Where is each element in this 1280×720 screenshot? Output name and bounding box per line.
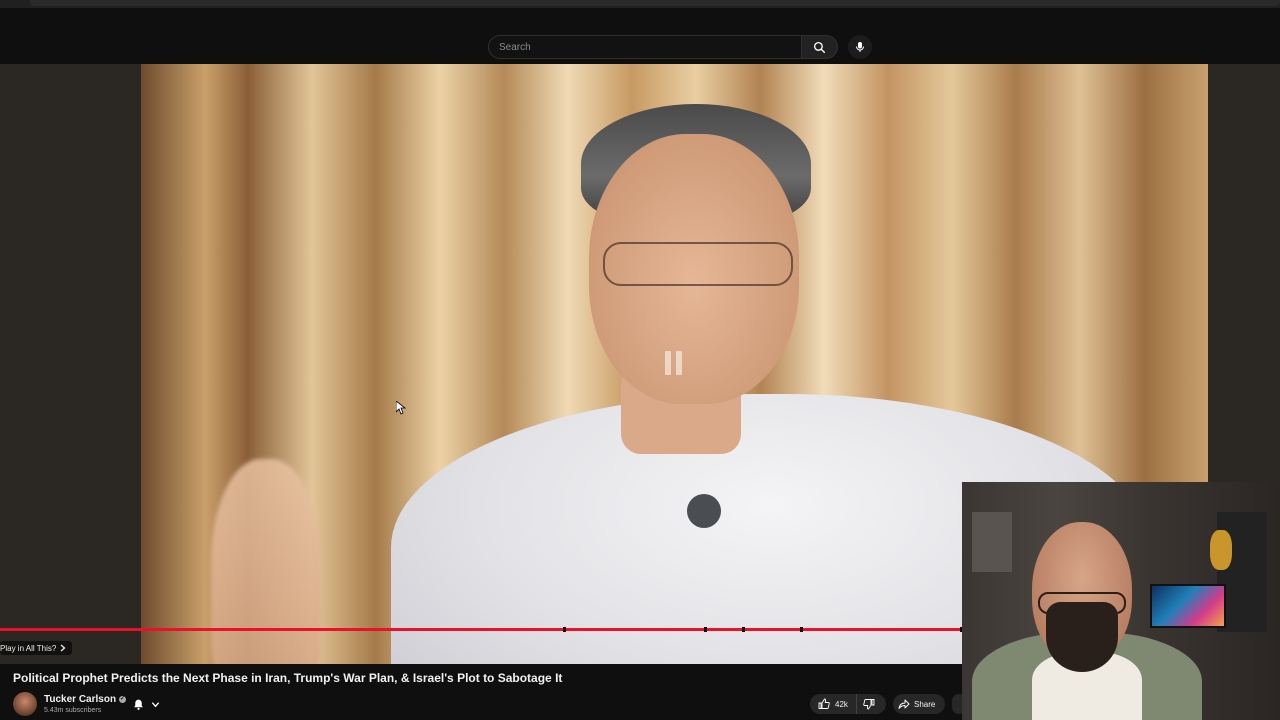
bell-icon [134, 699, 143, 710]
thumbs-up-icon [818, 698, 830, 709]
like-count: 42k [835, 699, 848, 709]
browser-tab-bar [30, 0, 1280, 6]
dislike-button[interactable] [857, 694, 881, 714]
chapter-marker [800, 627, 803, 632]
share-label: Share [914, 699, 936, 709]
lapel-microphone [687, 494, 721, 528]
like-dislike-group: 42k [810, 694, 886, 714]
chevron-down-icon [151, 701, 160, 707]
microphone-icon [856, 42, 864, 52]
search-input[interactable] [499, 41, 791, 53]
search-box[interactable] [488, 35, 802, 59]
share-icon [898, 699, 910, 709]
voice-search-button[interactable] [848, 35, 872, 59]
chevron-right-icon [60, 644, 66, 652]
channel-avatar[interactable] [13, 692, 37, 716]
channel-name-row[interactable]: Tucker Carlson ✓ [44, 694, 127, 705]
mouse-cursor-icon [396, 401, 406, 415]
verified-icon: ✓ [119, 696, 127, 703]
webcam-window [972, 512, 1012, 572]
subscriber-count: 5.43m subscribers [44, 707, 102, 714]
site-header [0, 30, 1280, 64]
chapter-label-text: Play in All This? [0, 643, 57, 653]
webcam-person-glasses [1038, 592, 1126, 614]
search-icon [813, 41, 826, 53]
streamer-webcam [962, 482, 1280, 720]
channel-name[interactable]: Tucker Carlson [44, 694, 116, 705]
progress-fill[interactable] [0, 628, 963, 631]
speaker-glasses [603, 242, 793, 286]
chapter-label[interactable]: Play in All This? [0, 641, 73, 655]
thumbs-down-icon [863, 699, 875, 710]
webcam-lamp [1210, 530, 1232, 570]
share-button[interactable]: Share [893, 694, 945, 714]
speaker-hand [211, 459, 321, 664]
webcam-screen [1150, 584, 1226, 628]
pause-icon [665, 351, 685, 375]
chapter-marker [563, 627, 567, 632]
video-title: Political Prophet Predicts the Next Phas… [13, 671, 563, 685]
like-button[interactable]: 42k [810, 694, 857, 714]
chapter-marker [704, 627, 707, 632]
chapter-marker [742, 627, 746, 632]
search-button[interactable] [802, 35, 838, 59]
browser-top-strip [0, 0, 1280, 8]
notification-bell-button[interactable] [132, 694, 174, 714]
